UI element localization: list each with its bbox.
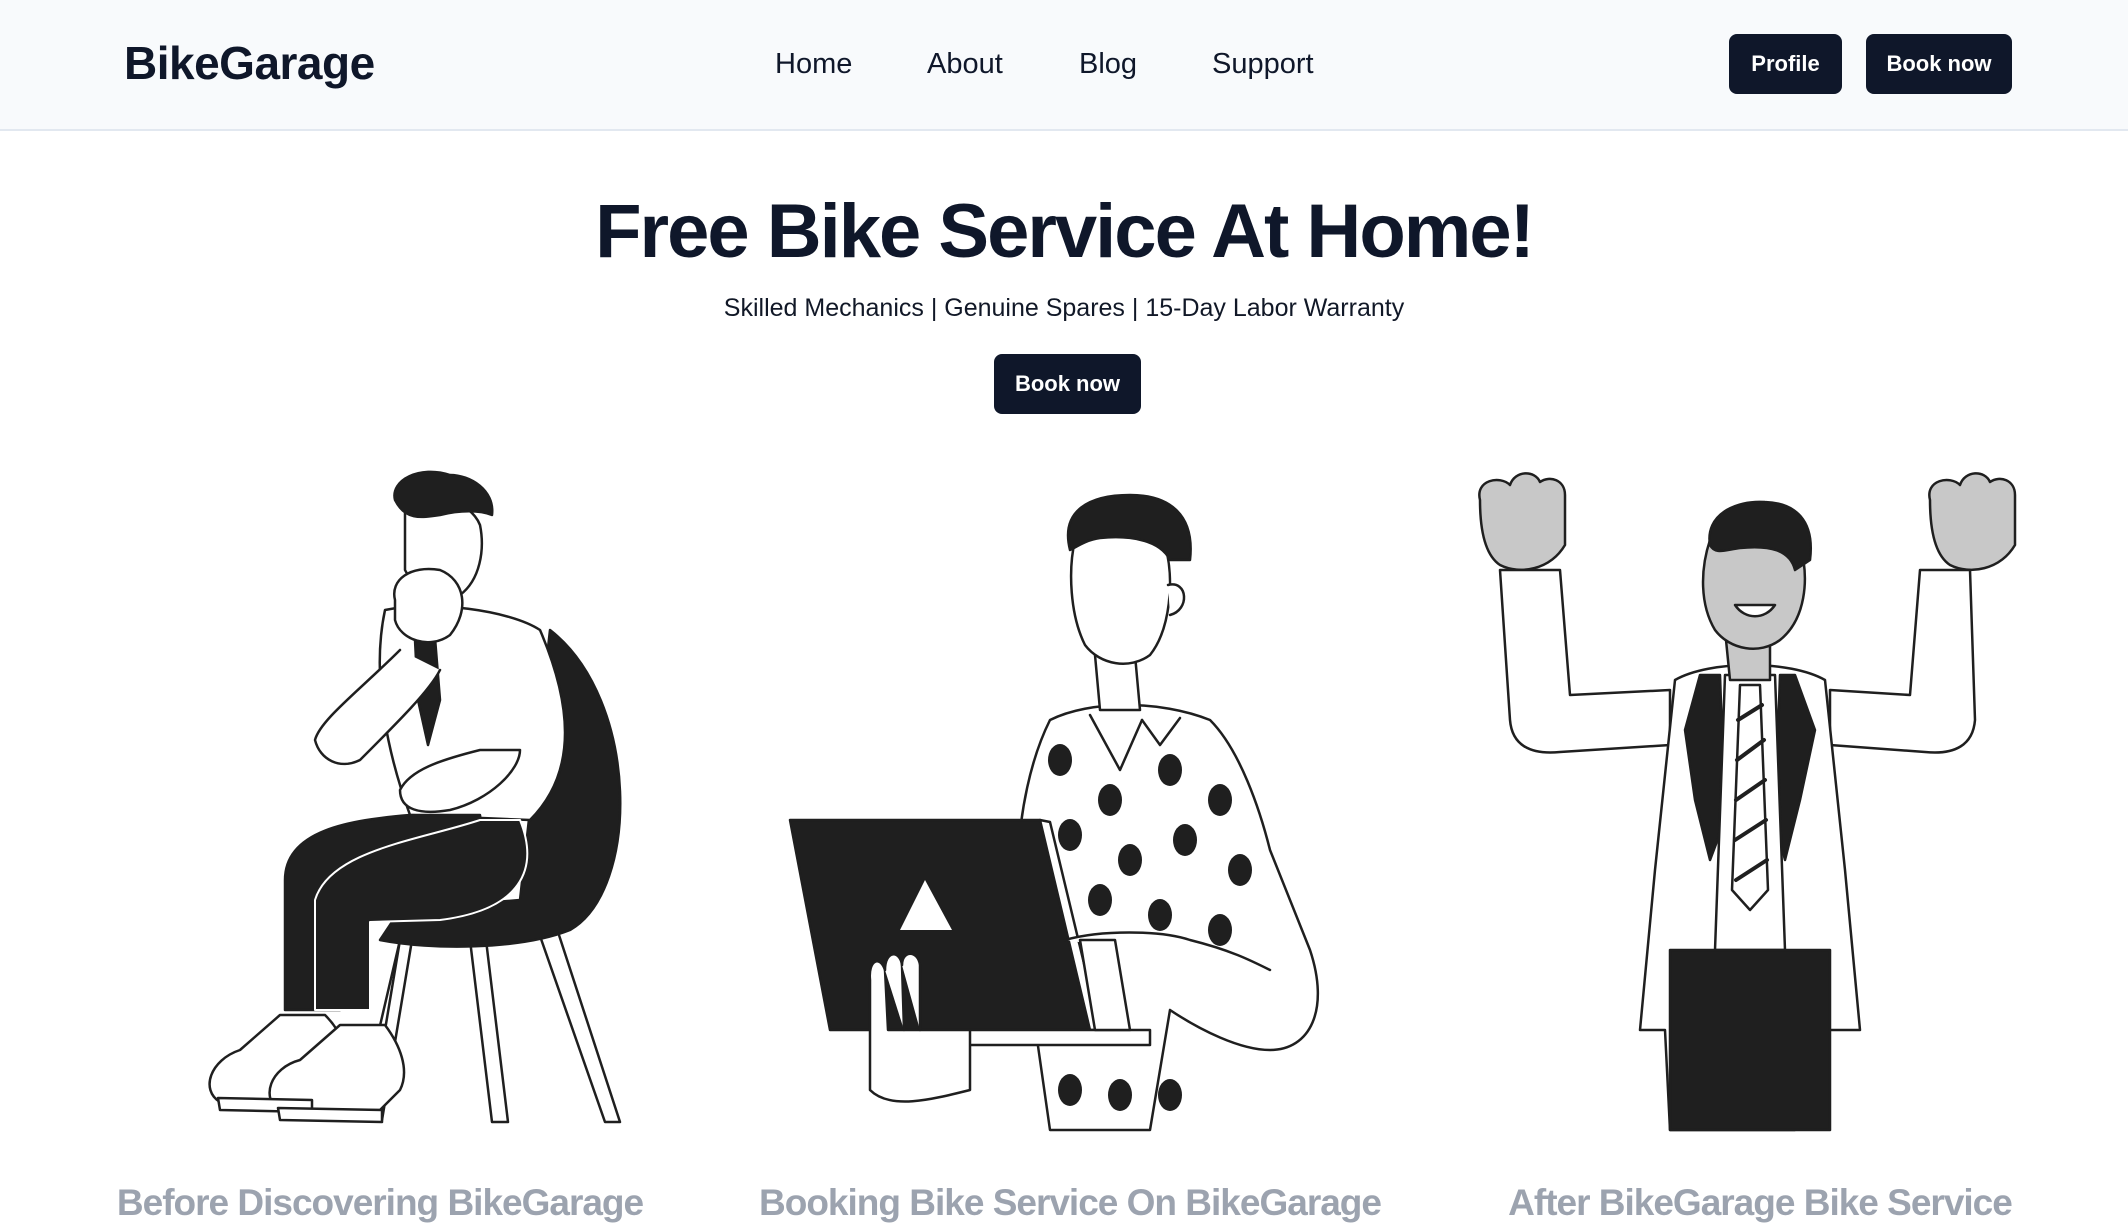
man-with-laptop-illustration (770, 470, 1370, 1140)
hero-book-now-button[interactable]: Book now (994, 354, 1141, 414)
nav-about-link[interactable]: About (927, 48, 1003, 81)
hero-title: Free Bike Service At Home! (595, 189, 1535, 274)
header-book-now-button[interactable]: Book now (1866, 34, 2012, 94)
nav-blog-link[interactable]: Blog (1079, 48, 1137, 81)
nav-support-link[interactable]: Support (1212, 48, 1314, 81)
step-caption-after: After BikeGarage Bike Service (1508, 1182, 2013, 1223)
celebrating-man-illustration (1470, 470, 2050, 1140)
step-caption-before: Before Discovering BikeGarage (116, 1182, 644, 1223)
thinking-man-illustration (100, 470, 660, 1140)
step-caption-booking: Booking Bike Service On BikeGarage (759, 1182, 1382, 1223)
profile-button[interactable]: Profile (1729, 34, 1842, 94)
site-header: BikeGarage Home About Blog Support Profi… (0, 0, 2128, 131)
nav-home-link[interactable]: Home (775, 48, 852, 81)
hero-subtitle: Skilled Mechanics | Genuine Spares | 15-… (723, 294, 1405, 322)
